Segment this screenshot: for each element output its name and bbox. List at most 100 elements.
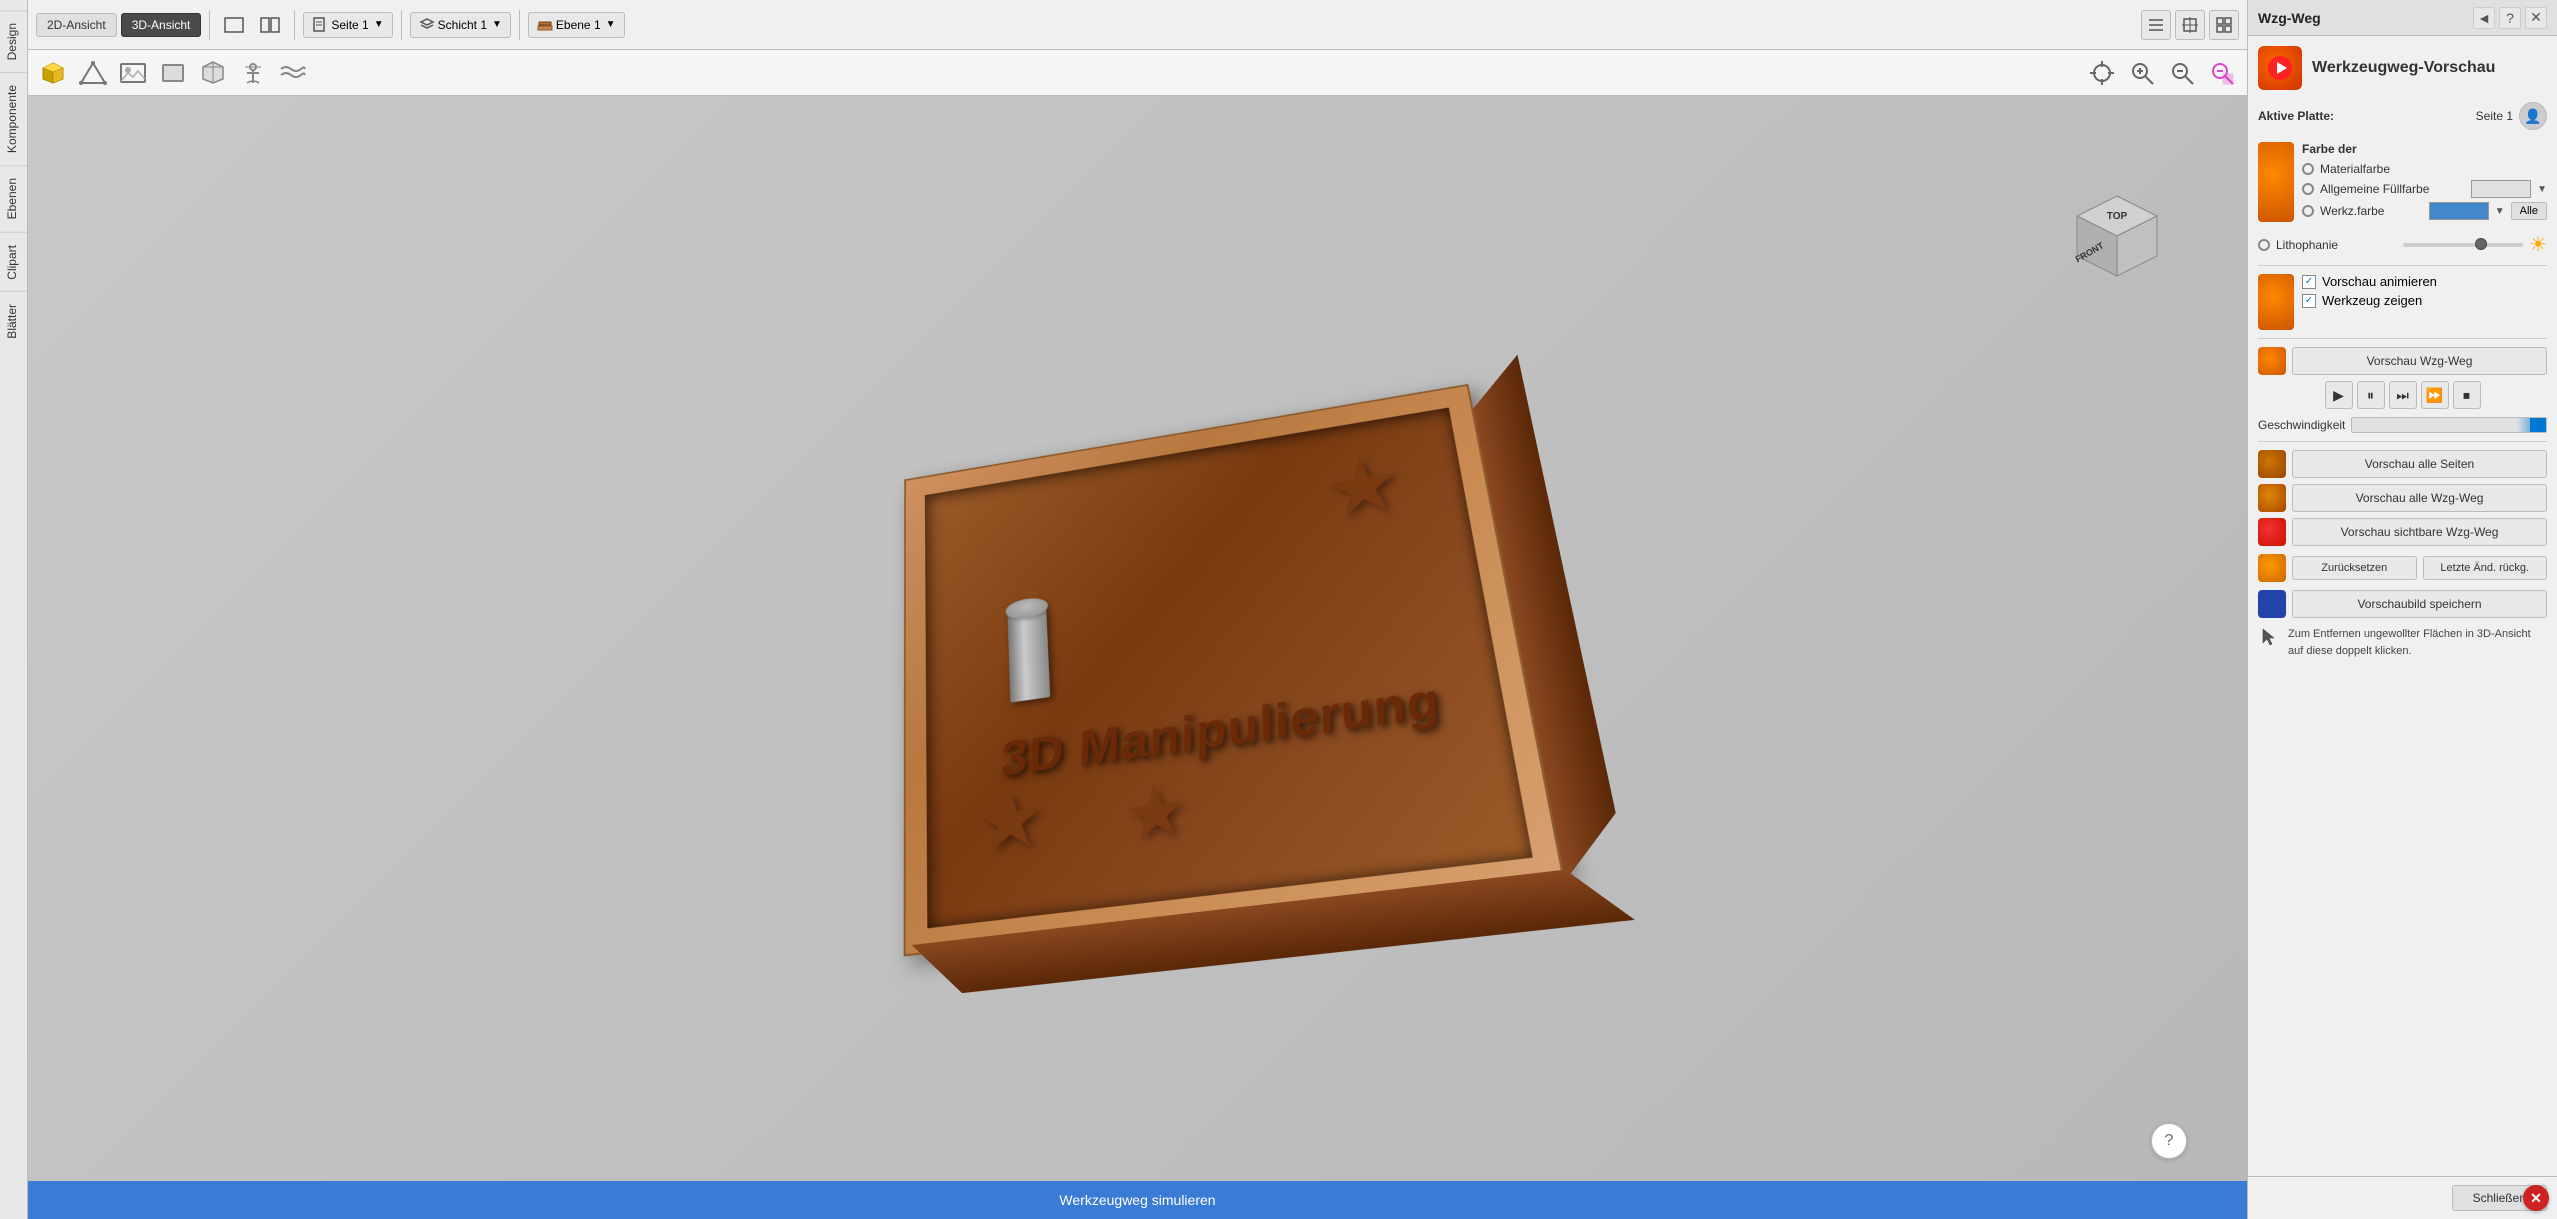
tab-komponente[interactable]: Komponente bbox=[0, 72, 27, 165]
tab-blaetter[interactable]: Blätter bbox=[0, 291, 27, 351]
lithophanie-slider-thumb bbox=[2475, 238, 2487, 250]
vorschaubild-btn[interactable]: Vorschaubild speichern bbox=[2292, 590, 2547, 618]
vorschau-wzg-icon bbox=[2258, 347, 2286, 375]
nav-cube[interactable]: TOP FRONT bbox=[2067, 191, 2167, 291]
cube-icon-btn[interactable] bbox=[196, 56, 230, 90]
lithophanie-radio[interactable] bbox=[2258, 239, 2270, 251]
vorschau-icon bbox=[2258, 274, 2294, 330]
vorschau-checkboxes: Vorschau animieren Werkzeug zeigen bbox=[2302, 274, 2547, 312]
letzte-aend-btn[interactable]: Letzte Änd. rückg. bbox=[2423, 556, 2548, 580]
status-text: Werkzeugweg simulieren bbox=[1059, 1192, 1215, 1208]
divider-3 bbox=[2258, 441, 2547, 442]
vorschaubild-row: Vorschaubild speichern bbox=[2258, 590, 2547, 618]
divider-1 bbox=[2258, 265, 2547, 266]
error-close-icon[interactable]: ✕ bbox=[2523, 1185, 2549, 1211]
rect-icon-btn[interactable] bbox=[156, 56, 190, 90]
tab-design[interactable]: Design bbox=[0, 10, 27, 72]
farbe-section: Farbe der Materialfarbe Allgemeine Füllf… bbox=[2258, 142, 2547, 224]
tab-clipart[interactable]: Clipart bbox=[0, 232, 27, 292]
3d-scene: ★ ★ ★ 3D Manipulierung bbox=[788, 348, 1488, 928]
fuellfarbe-label: Allgemeine Füllfarbe bbox=[2320, 182, 2465, 196]
info-text: Zum Entfernen ungewollter Flächen in 3D-… bbox=[2288, 626, 2547, 659]
view-transform-btn[interactable] bbox=[2175, 10, 2205, 40]
toolbar-sep-1 bbox=[209, 10, 210, 40]
view-2d-btn[interactable]: 2D-Ansicht bbox=[36, 13, 117, 37]
view-3d-btn[interactable]: 3D-Ansicht bbox=[121, 13, 202, 37]
view-grid-btn[interactable] bbox=[2209, 10, 2239, 40]
speed-label: Geschwindigkeit bbox=[2258, 418, 2345, 432]
fuellfarbe-row: Allgemeine Füllfarbe ▼ bbox=[2302, 180, 2547, 198]
vorschau-animieren-checkbox[interactable] bbox=[2302, 275, 2316, 289]
fuellfarbe-radio[interactable] bbox=[2302, 183, 2314, 195]
zoom-fit-btn[interactable] bbox=[2205, 56, 2239, 90]
fuellfarbe-dropdown-arrow[interactable]: ▼ bbox=[2537, 184, 2547, 195]
svg-text:TOP: TOP bbox=[2107, 211, 2128, 222]
triangle-icon-btn[interactable] bbox=[76, 56, 110, 90]
board-inner: ★ ★ ★ 3D Manipulierung bbox=[924, 407, 1532, 928]
level-dropdown-arrow: ▼ bbox=[606, 19, 616, 30]
viewport[interactable]: ★ ★ ★ 3D Manipulierung bbox=[28, 96, 2247, 1219]
star-top-right: ★ bbox=[1317, 442, 1407, 532]
materialfarbe-row: Materialfarbe bbox=[2302, 162, 2547, 176]
alle-wzg-icon bbox=[2258, 484, 2286, 512]
sichtbare-wzg-btn[interactable]: Vorschau sichtbare Wzg-Weg bbox=[2292, 518, 2547, 546]
aktive-platte-label: Aktive Platte: bbox=[2258, 109, 2470, 123]
material-icon-btn[interactable] bbox=[36, 56, 70, 90]
playback-row: ▶ ⏸ ⏭ ⏩ ⏹ bbox=[2258, 381, 2547, 409]
step-fwd-btn[interactable]: ⏭ bbox=[2389, 381, 2417, 409]
alle-seiten-btn[interactable]: Vorschau alle Seiten bbox=[2292, 450, 2547, 478]
farbe-title: Farbe der bbox=[2302, 142, 2547, 156]
help-btn[interactable]: ? bbox=[2151, 1123, 2187, 1159]
fuellfarbe-swatch[interactable] bbox=[2471, 180, 2531, 198]
alle-seiten-icon bbox=[2258, 450, 2286, 478]
lithophanie-slider[interactable] bbox=[2403, 243, 2524, 247]
waves-icon-btn[interactable] bbox=[276, 56, 310, 90]
preview-title: Werkzeugweg-Vorschau bbox=[2312, 59, 2495, 77]
panel-close-icon[interactable]: ✕ bbox=[2525, 7, 2547, 29]
werkzfarbe-swatch[interactable] bbox=[2429, 202, 2489, 220]
image-icon-btn[interactable] bbox=[116, 56, 150, 90]
werkzfarbe-radio[interactable] bbox=[2302, 205, 2314, 217]
view-align-btn[interactable] bbox=[2141, 10, 2171, 40]
layout-single-btn[interactable] bbox=[218, 9, 250, 41]
tab-ebenen[interactable]: Ebenen bbox=[0, 165, 27, 231]
cursor-icon bbox=[2258, 626, 2280, 648]
speed-slider[interactable] bbox=[2351, 417, 2547, 433]
preview-icon bbox=[2258, 46, 2302, 90]
pause-btn[interactable]: ⏸ bbox=[2357, 381, 2385, 409]
vorschau-icon-row: Vorschau animieren Werkzeug zeigen bbox=[2258, 274, 2547, 330]
werkzeug-zeigen-checkbox[interactable] bbox=[2302, 294, 2316, 308]
level-dropdown[interactable]: Ebene 1 ▼ bbox=[528, 12, 625, 38]
page-dropdown[interactable]: Seite 1 ▼ bbox=[303, 12, 392, 38]
layer-dropdown-arrow: ▼ bbox=[492, 19, 502, 30]
center-view-btn[interactable] bbox=[2085, 56, 2119, 90]
alle-btn[interactable]: Alle bbox=[2511, 202, 2547, 220]
play-btn[interactable]: ▶ bbox=[2325, 381, 2353, 409]
panel-back-icon[interactable]: ◄ bbox=[2473, 7, 2495, 29]
right-panel: Wzg-Weg ◄ ? ✕ Werkzeugweg-Vorschau Aktiv… bbox=[2247, 0, 2557, 1219]
materialfarbe-radio[interactable] bbox=[2302, 163, 2314, 175]
zoom-in-btn[interactable] bbox=[2125, 56, 2159, 90]
panel-help-icon[interactable]: ? bbox=[2499, 7, 2521, 29]
panel-header: Wzg-Weg ◄ ? ✕ bbox=[2248, 0, 2557, 36]
fast-fwd-btn[interactable]: ⏩ bbox=[2421, 381, 2449, 409]
aktive-platte-row: Aktive Platte: Seite 1 👤 bbox=[2258, 102, 2547, 130]
alle-wzg-btn[interactable]: Vorschau alle Wzg-Weg bbox=[2292, 484, 2547, 512]
preview-icon-row: Werkzeugweg-Vorschau bbox=[2258, 46, 2547, 90]
werkzfarbe-dropdown-arrow[interactable]: ▼ bbox=[2495, 206, 2505, 217]
stop-btn[interactable]: ⏹ bbox=[2453, 381, 2481, 409]
cylinder-tool bbox=[1007, 606, 1050, 702]
werkzfarbe-label: Werkz.farbe bbox=[2320, 204, 2423, 218]
farbe-options: Farbe der Materialfarbe Allgemeine Füllf… bbox=[2302, 142, 2547, 224]
zoom-out-btn[interactable] bbox=[2165, 56, 2199, 90]
anchor-icon-btn[interactable] bbox=[236, 56, 270, 90]
zuruecksetzen-btn[interactable]: Zurücksetzen bbox=[2292, 556, 2417, 580]
vorschau-animieren-row: Vorschau animieren bbox=[2302, 274, 2547, 289]
aktive-avatar: 👤 bbox=[2519, 102, 2547, 130]
sichtbare-wzg-row: Vorschau sichtbare Wzg-Weg bbox=[2258, 518, 2547, 546]
vorschau-wzg-btn[interactable]: Vorschau Wzg-Weg bbox=[2292, 347, 2547, 375]
layer-dropdown[interactable]: Schicht 1 ▼ bbox=[410, 12, 511, 38]
layout-split-btn[interactable] bbox=[254, 9, 286, 41]
sub-toolbar bbox=[28, 50, 2247, 96]
panel-content: Werkzeugweg-Vorschau Aktive Platte: Seit… bbox=[2248, 36, 2557, 1176]
